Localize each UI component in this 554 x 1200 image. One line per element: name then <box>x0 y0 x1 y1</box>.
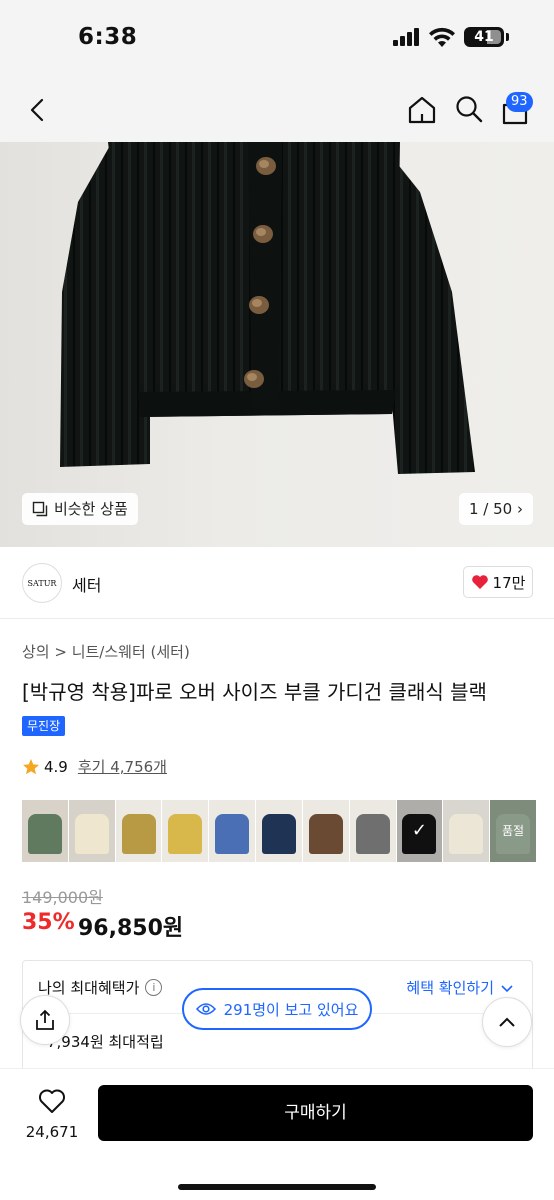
eye-icon <box>195 1003 216 1015</box>
brand-like-button[interactable]: 17만 <box>463 566 533 598</box>
image-counter-text: 1 / 50 <box>468 500 513 518</box>
rating-score: 4.9 <box>44 757 68 776</box>
swatch-garment <box>27 814 62 854</box>
battery-icon: 41 <box>464 27 509 47</box>
similar-label: 비슷한 상품 <box>54 500 128 518</box>
product-image[interactable] <box>0 142 554 547</box>
top-nav <box>0 80 554 142</box>
color-swatch-mustard[interactable] <box>115 800 162 862</box>
soldout-label: 품절 <box>501 824 525 838</box>
share-icon <box>36 1009 54 1030</box>
check-icon: ✓ <box>411 820 427 841</box>
category-breadcrumb[interactable]: 상의 > 니트/스웨터 (세터) <box>22 641 190 662</box>
color-swatch-blue[interactable] <box>209 800 256 862</box>
discount-rate: 35% <box>22 910 75 935</box>
back-icon[interactable] <box>24 96 52 124</box>
color-swatch-grey[interactable] <box>349 800 396 862</box>
benefit-check-link[interactable]: 혜택 확인하기 <box>406 977 514 998</box>
chevron-right-icon: › <box>517 500 523 518</box>
color-swatch-black[interactable]: ✓ <box>396 800 443 862</box>
chevron-down-icon <box>501 984 513 992</box>
promo-tag: 무진장 <box>22 716 66 736</box>
store-name[interactable]: 세터 <box>72 572 101 596</box>
cardigan-illustration <box>60 142 475 474</box>
search-icon[interactable] <box>454 94 484 124</box>
swatch-garment <box>168 814 203 854</box>
color-swatch-yellow[interactable] <box>162 800 209 862</box>
wifi-icon <box>429 27 455 47</box>
swatch-garment <box>215 814 250 854</box>
wishlist-count: 24,671 <box>25 1123 79 1141</box>
viewers-text: 291명이 보고 있어요 <box>223 1000 359 1019</box>
color-swatch-brown[interactable] <box>302 800 349 862</box>
store-row[interactable]: SATUR 세터 17만 <box>0 547 554 619</box>
swatch-garment <box>261 814 296 854</box>
heart-filled-icon <box>471 575 488 589</box>
viewers-badge: 291명이 보고 있어요 <box>182 988 372 1030</box>
scroll-top-button[interactable] <box>482 997 532 1047</box>
rating-row[interactable]: 4.9 후기 4,756개 <box>22 756 167 777</box>
similar-icon <box>32 501 48 517</box>
swatch-garment <box>449 814 484 854</box>
status-bar: 6:38 41 <box>0 0 554 80</box>
bottom-action-bar: 24,671 구매하기 <box>0 1068 554 1200</box>
swatch-garment <box>74 814 109 854</box>
status-time: 6:38 <box>78 24 138 50</box>
swatch-garment <box>308 814 343 854</box>
image-counter[interactable]: 1 / 50 › <box>459 493 533 525</box>
sale-price: 96,850원 <box>78 916 184 941</box>
similar-products-button[interactable]: 비슷한 상품 <box>22 493 138 525</box>
buy-button[interactable]: 구매하기 <box>98 1085 533 1141</box>
chevron-up-icon <box>499 1017 515 1027</box>
heart-outline-icon <box>39 1089 65 1113</box>
star-icon <box>23 758 39 774</box>
original-price: 149,000원 <box>22 888 103 907</box>
color-swatch-sage[interactable]: 품절 <box>490 800 536 862</box>
color-swatches: ✓ 품절 <box>22 800 536 862</box>
home-icon[interactable] <box>406 94 438 126</box>
color-swatch-model-cream[interactable] <box>68 800 115 862</box>
product-title: [박규영 착용]파로 오버 사이즈 부클 가디건 클래식 블랙 <box>22 680 487 704</box>
benefit-title: 나의 최대혜택가 i <box>38 977 163 998</box>
color-swatch-ivory[interactable] <box>443 800 490 862</box>
review-link[interactable]: 후기 4,756개 <box>78 756 167 777</box>
brand-like-count: 17만 <box>492 573 526 592</box>
swatch-garment <box>355 814 390 854</box>
color-swatch-navy[interactable] <box>256 800 302 862</box>
store-logo[interactable]: SATUR <box>22 563 62 603</box>
share-button[interactable] <box>20 995 70 1045</box>
color-swatch-model-green[interactable] <box>22 800 68 862</box>
swatch-garment <box>121 814 156 854</box>
signal-icon <box>393 28 423 46</box>
info-icon[interactable]: i <box>145 979 163 996</box>
wishlist-button[interactable]: 24,671 <box>20 1087 84 1141</box>
battery-level: 41 <box>474 29 494 45</box>
cart-count-badge: 93 <box>506 92 533 112</box>
home-indicator <box>178 1184 376 1190</box>
